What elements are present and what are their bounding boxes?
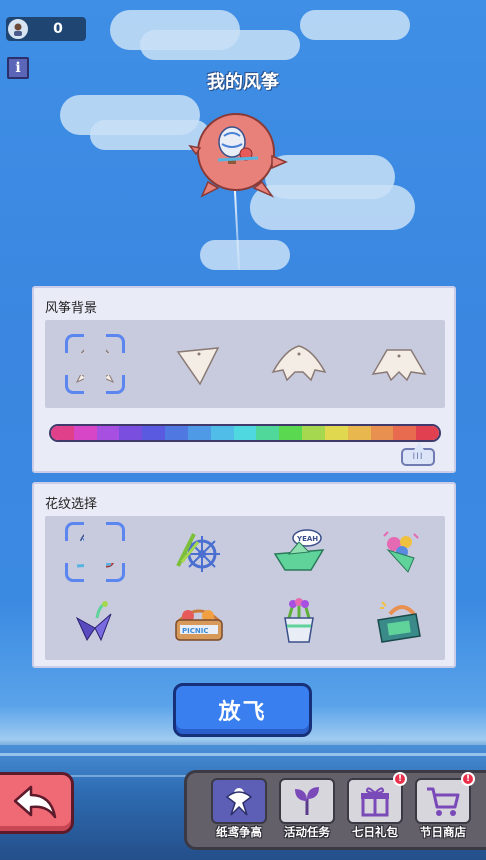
color-swatch-0[interactable] bbox=[51, 426, 74, 440]
color-swatch-9[interactable] bbox=[256, 426, 280, 440]
color-swatch-6[interactable] bbox=[187, 426, 211, 440]
kite-shape-bat[interactable] bbox=[269, 334, 329, 394]
tab-seven-day-gift[interactable]: ! 七日礼包 bbox=[345, 772, 407, 844]
tab-label: 活动任务 bbox=[284, 825, 330, 839]
selection-frame bbox=[64, 333, 126, 395]
bat-kite-icon bbox=[271, 345, 327, 382]
cart-icon bbox=[415, 778, 471, 824]
pattern-paper-boat[interactable]: YEAH bbox=[269, 522, 329, 582]
tab-label: 节日商店 bbox=[420, 825, 466, 839]
color-slider-thumb[interactable]: III bbox=[401, 442, 435, 466]
color-swatch-3[interactable] bbox=[119, 426, 143, 440]
pattern-ship-wheel[interactable] bbox=[169, 522, 229, 582]
kite-shape-round[interactable] bbox=[64, 333, 126, 395]
color-swatch-10[interactable] bbox=[279, 426, 303, 440]
page-title: 我的风筝 bbox=[207, 72, 279, 93]
cloud bbox=[300, 10, 410, 40]
panel-title-background: 风筝背景 bbox=[45, 301, 98, 316]
score-box: 0 bbox=[6, 17, 86, 41]
color-swatch-5[interactable] bbox=[165, 426, 188, 440]
notification-badge: ! bbox=[393, 772, 407, 786]
tab-event-tasks[interactable]: 活动任务 bbox=[277, 778, 337, 844]
color-swatch-16[interactable] bbox=[416, 426, 439, 440]
flower-bouquet-icon bbox=[383, 531, 419, 573]
pattern-picnic-basket[interactable]: PICNIC bbox=[169, 592, 229, 652]
trapezoid-kite-icon bbox=[371, 349, 427, 382]
fly-button[interactable]: 放飞 bbox=[173, 683, 312, 737]
tab-festival-shop[interactable]: ! 节日商店 bbox=[413, 772, 475, 844]
selection-frame bbox=[64, 521, 126, 583]
pattern-panel: 花纹选择 YEAH PICNIC bbox=[32, 482, 456, 668]
picnic-basket-icon: PICNIC bbox=[175, 609, 223, 641]
ship-wheel-icon bbox=[176, 533, 220, 572]
cloud bbox=[140, 30, 300, 60]
pattern-flower-pot[interactable] bbox=[269, 592, 329, 652]
flower-pot-icon bbox=[284, 598, 314, 643]
tab-label: 纸鸢争高 bbox=[216, 825, 262, 839]
bottom-nav: 纸鸢争高 活动任务 ! 七日礼包 ! 节日商店 bbox=[184, 770, 486, 850]
kite-shape-trapezoid[interactable] bbox=[369, 334, 429, 394]
color-swatch-12[interactable] bbox=[324, 426, 348, 440]
tab-label: 七日礼包 bbox=[352, 825, 398, 839]
tab-kite-contest[interactable]: 纸鸢争高 bbox=[209, 778, 269, 844]
paper-boat-icon: YEAH bbox=[273, 529, 325, 571]
pattern-radio[interactable] bbox=[369, 592, 429, 652]
color-slider-track[interactable] bbox=[49, 424, 441, 442]
radio-icon bbox=[377, 601, 421, 643]
pattern-flower-bouquet[interactable] bbox=[369, 522, 429, 582]
back-arrow-icon bbox=[13, 785, 56, 819]
kite-shape-diamond[interactable] bbox=[169, 334, 229, 394]
pattern-paper-crane[interactable] bbox=[65, 592, 125, 652]
color-swatch-13[interactable] bbox=[347, 426, 371, 440]
color-swatch-11[interactable] bbox=[302, 426, 325, 440]
diamond-kite-icon bbox=[176, 347, 220, 386]
score-value: 0 bbox=[53, 21, 63, 37]
back-button[interactable] bbox=[0, 772, 74, 834]
kite-shape-list bbox=[45, 320, 445, 408]
cloud bbox=[200, 240, 290, 270]
color-swatch-8[interactable] bbox=[233, 426, 257, 440]
kite-icon bbox=[211, 778, 267, 824]
sprout-icon bbox=[279, 778, 335, 824]
color-swatch-2[interactable] bbox=[96, 426, 120, 440]
pattern-list: YEAH PICNIC bbox=[45, 516, 445, 660]
gift-icon bbox=[347, 778, 403, 824]
notification-badge: ! bbox=[461, 772, 475, 786]
kite-preview bbox=[188, 110, 288, 210]
kite-background-panel: 风筝背景 III bbox=[32, 286, 456, 473]
color-swatch-14[interactable] bbox=[370, 426, 394, 440]
color-swatch-1[interactable] bbox=[73, 426, 97, 440]
panel-title-pattern: 花纹选择 bbox=[45, 497, 98, 512]
paper-crane-icon bbox=[75, 601, 112, 642]
color-swatch-15[interactable] bbox=[393, 426, 417, 440]
color-swatch-7[interactable] bbox=[210, 426, 234, 440]
svg-text:PICNIC: PICNIC bbox=[182, 627, 208, 635]
color-swatch-4[interactable] bbox=[142, 426, 166, 440]
pattern-hot-air-balloon[interactable] bbox=[64, 521, 126, 583]
player-avatar-icon bbox=[6, 17, 30, 41]
